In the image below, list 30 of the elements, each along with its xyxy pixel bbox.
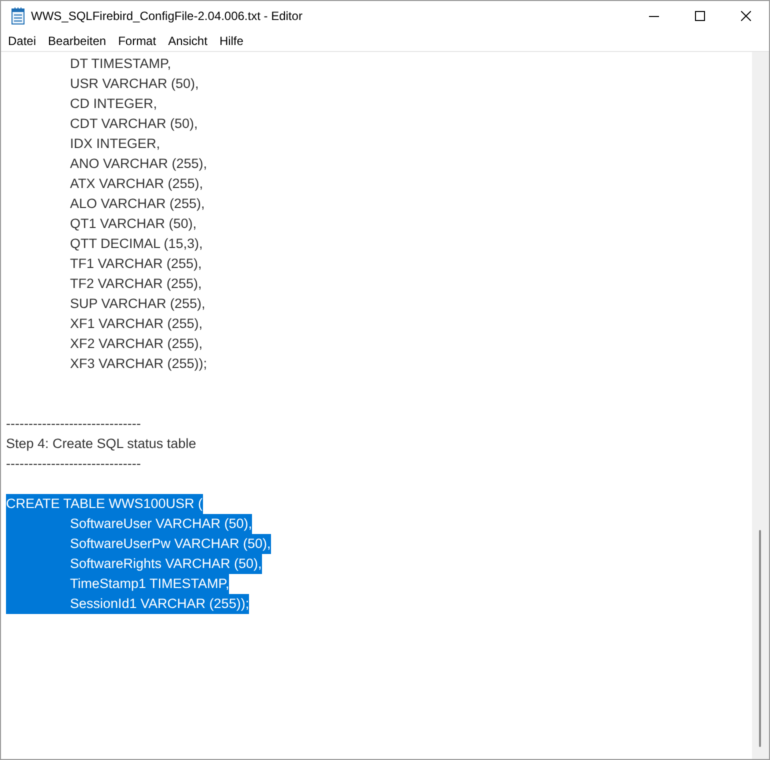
- text-line: QTT DECIMAL (15,3),: [69, 235, 203, 253]
- scrollbar[interactable]: [752, 52, 769, 759]
- text-line: XF3 VARCHAR (255));: [69, 355, 208, 373]
- text-line: ALO VARCHAR (255),: [69, 195, 205, 213]
- close-icon: [741, 11, 751, 21]
- text-line: ANO VARCHAR (255),: [69, 155, 208, 173]
- text-line: XF2 VARCHAR (255),: [69, 335, 203, 353]
- text-line: QT1 VARCHAR (50),: [69, 215, 197, 233]
- menu-item[interactable]: Ansicht: [162, 34, 214, 48]
- text-line: CD INTEGER,: [69, 95, 158, 113]
- menu-item[interactable]: Bearbeiten: [42, 34, 112, 48]
- scrollbar-thumb[interactable]: [759, 530, 761, 747]
- notepad-icon: [11, 7, 25, 25]
- maximize-icon: [695, 11, 705, 21]
- text-line: CDT VARCHAR (50),: [69, 115, 198, 133]
- menu-item[interactable]: Format: [112, 34, 162, 48]
- text-line: ------------------------------: [6, 415, 141, 433]
- text-line: IDX INTEGER,: [69, 135, 160, 153]
- menu-item[interactable]: Datei: [2, 34, 42, 48]
- text-line: TF2 VARCHAR (255),: [69, 275, 202, 293]
- text-line: ------------------------------: [6, 455, 141, 473]
- text-line: DT TIMESTAMP,: [69, 55, 172, 73]
- text-line: XF1 VARCHAR (255),: [69, 315, 203, 333]
- text-line: ATX VARCHAR (255),: [69, 175, 204, 193]
- text-line: SUP VARCHAR (255),: [69, 295, 206, 313]
- text-line: Step 4: Create SQL status table: [6, 435, 196, 453]
- menu-item[interactable]: Hilfe: [213, 34, 250, 48]
- window-title: WWS_SQLFirebird_ConfigFile-2.04.006.txt - Editor: [31, 9, 302, 23]
- text-line: TF1 VARCHAR (255),: [69, 255, 202, 273]
- text-line: USR VARCHAR (50),: [69, 75, 199, 93]
